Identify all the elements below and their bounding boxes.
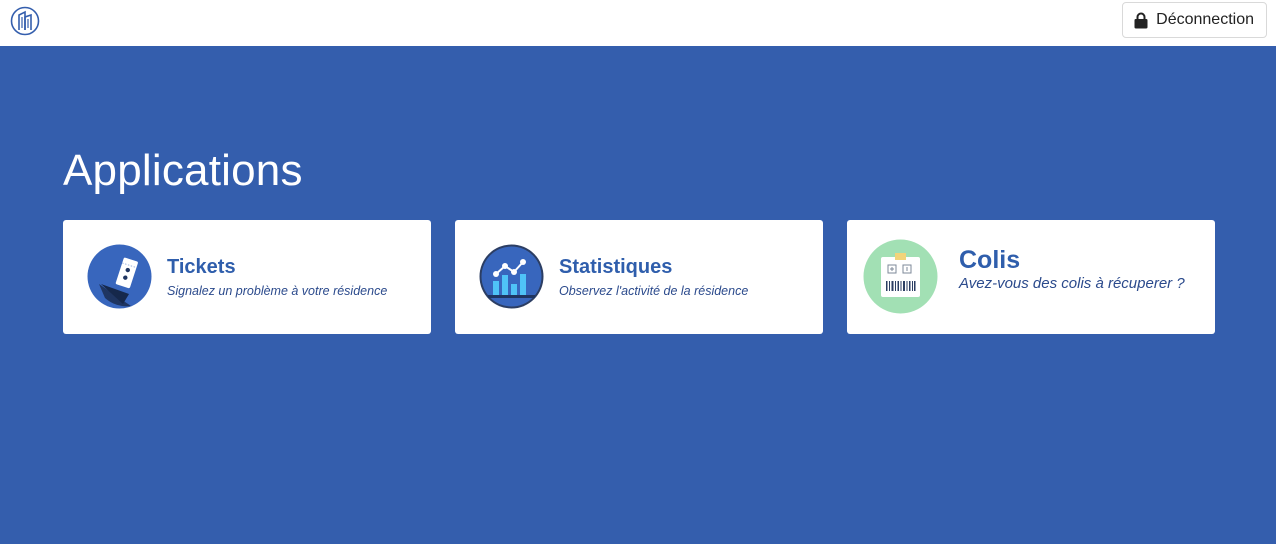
card-description: Signalez un problème à votre résidence <box>167 284 388 298</box>
ticket-icon <box>87 244 152 309</box>
package-icon <box>863 239 938 314</box>
logout-label: Déconnection <box>1156 11 1254 28</box>
page-title: Applications <box>63 146 303 195</box>
app-card-tickets[interactable]: Tickets Signalez un problème à votre rés… <box>63 220 431 334</box>
card-description: Avez-vous des colis à récuperer ? <box>959 275 1185 292</box>
top-navbar: Déconnection <box>0 0 1276 46</box>
statistics-chart-icon <box>479 244 544 309</box>
app-card-statistiques[interactable]: Statistiques Observez l'activité de la r… <box>455 220 823 334</box>
lock-icon <box>1134 12 1148 28</box>
card-title: Tickets <box>167 256 236 278</box>
card-title: Statistiques <box>559 256 673 278</box>
card-description: Observez l'activité de la résidence <box>559 284 749 298</box>
card-title: Colis <box>959 246 1021 274</box>
building-logo-icon[interactable] <box>10 6 40 36</box>
logout-button[interactable]: Déconnection <box>1122 2 1267 38</box>
app-card-colis[interactable]: Colis Avez-vous des colis à récuperer ? <box>847 220 1215 334</box>
